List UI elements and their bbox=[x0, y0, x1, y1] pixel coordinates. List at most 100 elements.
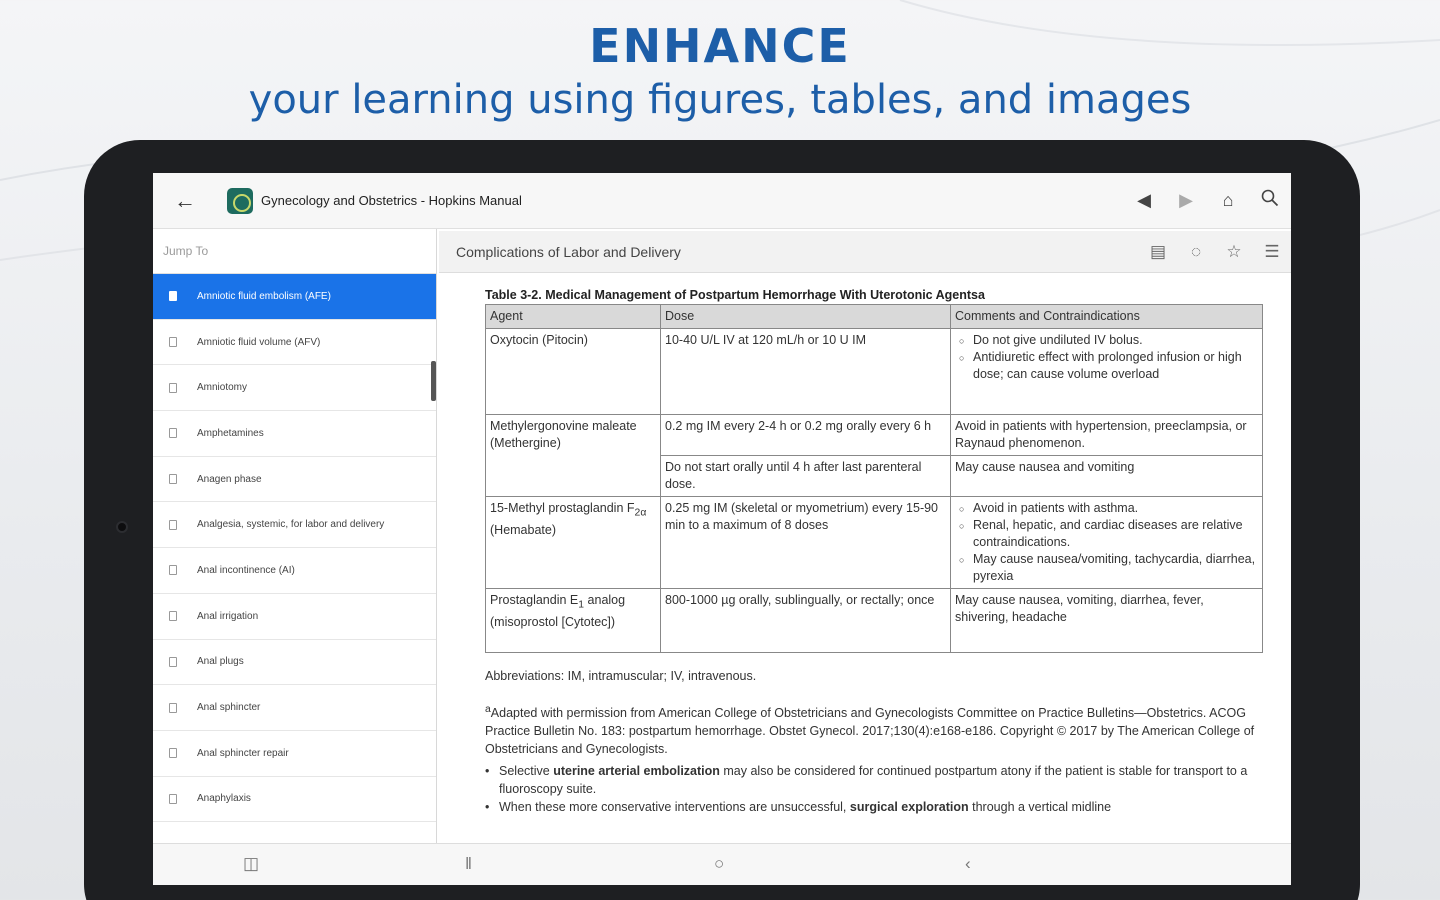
tag-icon[interactable]: ◌ bbox=[1177, 242, 1215, 262]
agent-subscript: 1 bbox=[578, 599, 585, 611]
system-nav-bar: ◫ ‖ ○ ‹ bbox=[153, 843, 1291, 885]
cell-agent: 15-Methyl prostaglandin F2α (Hemabate) bbox=[485, 496, 661, 589]
table-row: Prostaglandin E1 analog (misoprostol [Cy… bbox=[485, 588, 1263, 653]
table-footnote: aAdapted with permission from American C… bbox=[485, 701, 1265, 758]
cell-agent: Prostaglandin E1 analog (misoprostol [Cy… bbox=[485, 588, 661, 653]
document-icon bbox=[169, 793, 177, 804]
comment-item: Do not give undiluted IV bolus. bbox=[955, 332, 1258, 350]
list-item: When these more conservative interventio… bbox=[485, 798, 1265, 816]
column-header: Dose bbox=[660, 304, 951, 329]
notes-icon[interactable]: ▤ bbox=[1139, 242, 1177, 262]
home-icon[interactable]: ⌂ bbox=[1207, 190, 1249, 211]
cell-comments: Do not give undiluted IV bolus. Antidiur… bbox=[950, 328, 1263, 415]
list-icon[interactable]: ☰ bbox=[1253, 242, 1291, 262]
cell-dose: 800-1000 µg orally, sublingually, or rec… bbox=[660, 588, 951, 653]
triangle-right-icon[interactable]: ▶ bbox=[1165, 190, 1207, 211]
document-icon bbox=[169, 565, 177, 576]
sidebar-item-label: Amniotic fluid embolism (AFE) bbox=[197, 290, 331, 302]
comment-item: May cause nausea/vomiting, tachycardia, … bbox=[955, 551, 1258, 585]
document-icon bbox=[169, 702, 177, 713]
keyboard-icon[interactable]: ◫ bbox=[243, 854, 259, 874]
uterotonic-table: Agent Dose Comments and Contraindication… bbox=[485, 304, 1263, 653]
sidebar-item[interactable]: Anagen phase bbox=[153, 457, 436, 503]
agent-subscript: 2α bbox=[634, 507, 647, 519]
sidebar-item[interactable]: Anal irrigation bbox=[153, 594, 436, 640]
sidebar-item-label: Anal irrigation bbox=[197, 610, 259, 622]
sidebar-item-label: Amniotic fluid volume (AFV) bbox=[197, 336, 321, 348]
agent-name: Prostaglandin E bbox=[490, 593, 579, 607]
sidebar-item[interactable]: Amphetamines bbox=[153, 411, 436, 457]
document-icon bbox=[169, 337, 177, 348]
bullet-emphasis: uterine arterial embolization bbox=[553, 764, 720, 779]
document-icon bbox=[169, 291, 177, 302]
table-caption: Table 3-2. Medical Management of Postpar… bbox=[485, 288, 985, 302]
sidebar-item[interactable]: Anal plugs bbox=[153, 640, 436, 686]
sidebar-item[interactable]: Anal incontinence (AI) bbox=[153, 548, 436, 594]
bullet-text: through a vertical midline bbox=[968, 800, 1112, 815]
sidebar-item-label: Analgesia, systemic, for labor and deliv… bbox=[197, 519, 385, 531]
sidebar-item[interactable]: Amniotic fluid volume (AFV) bbox=[153, 320, 436, 366]
bullet-emphasis: surgical exploration bbox=[849, 800, 969, 815]
star-icon[interactable]: ☆ bbox=[1215, 242, 1253, 262]
comment-item: Avoid in patients with asthma. bbox=[955, 500, 1258, 518]
table-row: Oxytocin (Pitocin) 10-40 U/L IV at 120 m… bbox=[485, 328, 1263, 415]
home-button-icon[interactable]: ○ bbox=[714, 854, 724, 874]
table-row: 15-Methyl prostaglandin F2α (Hemabate) 0.… bbox=[485, 496, 1263, 589]
app-title: Gynecology and Obstetrics - Hopkins Manu… bbox=[261, 193, 522, 208]
document-icon bbox=[169, 748, 177, 759]
agent-brand: (Hemabate) bbox=[490, 522, 556, 537]
abbreviations-note: Abbreviations: IM, intramuscular; IV, in… bbox=[485, 669, 757, 683]
sidebar-item[interactable]: Amniotomy bbox=[153, 365, 436, 412]
document-icon bbox=[169, 474, 177, 485]
nav-back-icon[interactable]: ‹ bbox=[965, 854, 971, 874]
sidebar-item[interactable]: Analgesia, systemic, for labor and deliv… bbox=[153, 502, 436, 549]
sidebar-item-label: Amniotomy bbox=[197, 382, 248, 394]
cell-comments: Avoid in patients with asthma. Renal, he… bbox=[950, 496, 1263, 589]
sidebar-item-label: Anagen phase bbox=[197, 473, 262, 485]
document-icon bbox=[169, 611, 177, 622]
footnote-text: Adapted with permission from American Co… bbox=[485, 706, 1255, 757]
cell-agent: Oxytocin (Pitocin) bbox=[485, 328, 661, 415]
cell-dose: Do not start orally until 4 h after last… bbox=[660, 455, 951, 497]
document-icon bbox=[169, 519, 177, 530]
sidebar-item-label: Anaphylaxis bbox=[197, 793, 251, 805]
sidebar-item[interactable]: Anal sphincter bbox=[153, 685, 436, 731]
sidebar-item-label: Anal incontinence (AI) bbox=[197, 564, 295, 576]
triangle-left-icon[interactable]: ◀ bbox=[1123, 190, 1165, 211]
column-header: Agent bbox=[485, 304, 661, 329]
device-screen: ← Gynecology and Obstetrics - Hopkins Ma… bbox=[153, 173, 1291, 885]
cell-comments: Avoid in patients with hypertension, pre… bbox=[950, 414, 1263, 456]
agent-name: 15-Methyl prostaglandin F bbox=[490, 501, 635, 515]
bullet-text: Selective bbox=[499, 764, 554, 779]
cell-comments: May cause nausea and vomiting bbox=[950, 455, 1263, 497]
sidebar-item-label: Amphetamines bbox=[197, 427, 264, 439]
comment-item: Renal, hepatic, and cardiac diseases are… bbox=[955, 517, 1258, 551]
sidebar-item[interactable]: Anal sphincter repair bbox=[153, 731, 436, 777]
index-sidebar: Jump To Amniotic fluid embolism (AFE) Am… bbox=[153, 229, 437, 843]
cell-dose: 10-40 U/L IV at 120 mL/h or 10 U IM bbox=[660, 328, 951, 415]
recents-icon[interactable]: ‖ bbox=[465, 854, 472, 874]
search-glyph bbox=[1261, 189, 1279, 207]
section-title: Complications of Labor and Delivery bbox=[456, 243, 681, 260]
sidebar-item[interactable]: Amniotic fluid embolism (AFE) bbox=[153, 274, 436, 320]
jump-to-input[interactable]: Jump To bbox=[153, 229, 436, 274]
cell-dose: 0.25 mg IM (skeletal or myometrium) ever… bbox=[660, 496, 951, 589]
sidebar-item[interactable]: Anaphylaxis bbox=[153, 777, 436, 823]
content-header: Complications of Labor and Delivery ▤ ◌ … bbox=[439, 231, 1291, 273]
search-icon[interactable] bbox=[1249, 189, 1291, 212]
app-bar: ← Gynecology and Obstetrics - Hopkins Ma… bbox=[153, 173, 1291, 229]
list-item: Selective uterine arterial embolization … bbox=[485, 762, 1265, 798]
table-row: Methylergonovine maleate (Methergine) 0.… bbox=[485, 414, 1263, 497]
table-header-row: Agent Dose Comments and Contraindication… bbox=[485, 304, 1263, 329]
cell-agent: Methylergonovine maleate (Methergine) bbox=[485, 414, 661, 497]
document-icon bbox=[169, 656, 177, 667]
headline-subtitle: your learning using figures, tables, and… bbox=[248, 77, 1192, 123]
sidebar-item-label: Anal sphincter repair bbox=[197, 747, 289, 759]
cell-comments: May cause nausea, vomiting, diarrhea, fe… bbox=[950, 588, 1263, 653]
sidebar-item-label: Anal sphincter bbox=[197, 702, 261, 714]
column-header: Comments and Contraindications bbox=[950, 304, 1263, 329]
sidebar-scrollbar[interactable] bbox=[431, 361, 436, 401]
document-icon bbox=[169, 428, 177, 439]
article-content: Table 3-2. Medical Management of Postpar… bbox=[439, 273, 1291, 843]
arrow-left-icon[interactable]: ← bbox=[153, 188, 217, 214]
